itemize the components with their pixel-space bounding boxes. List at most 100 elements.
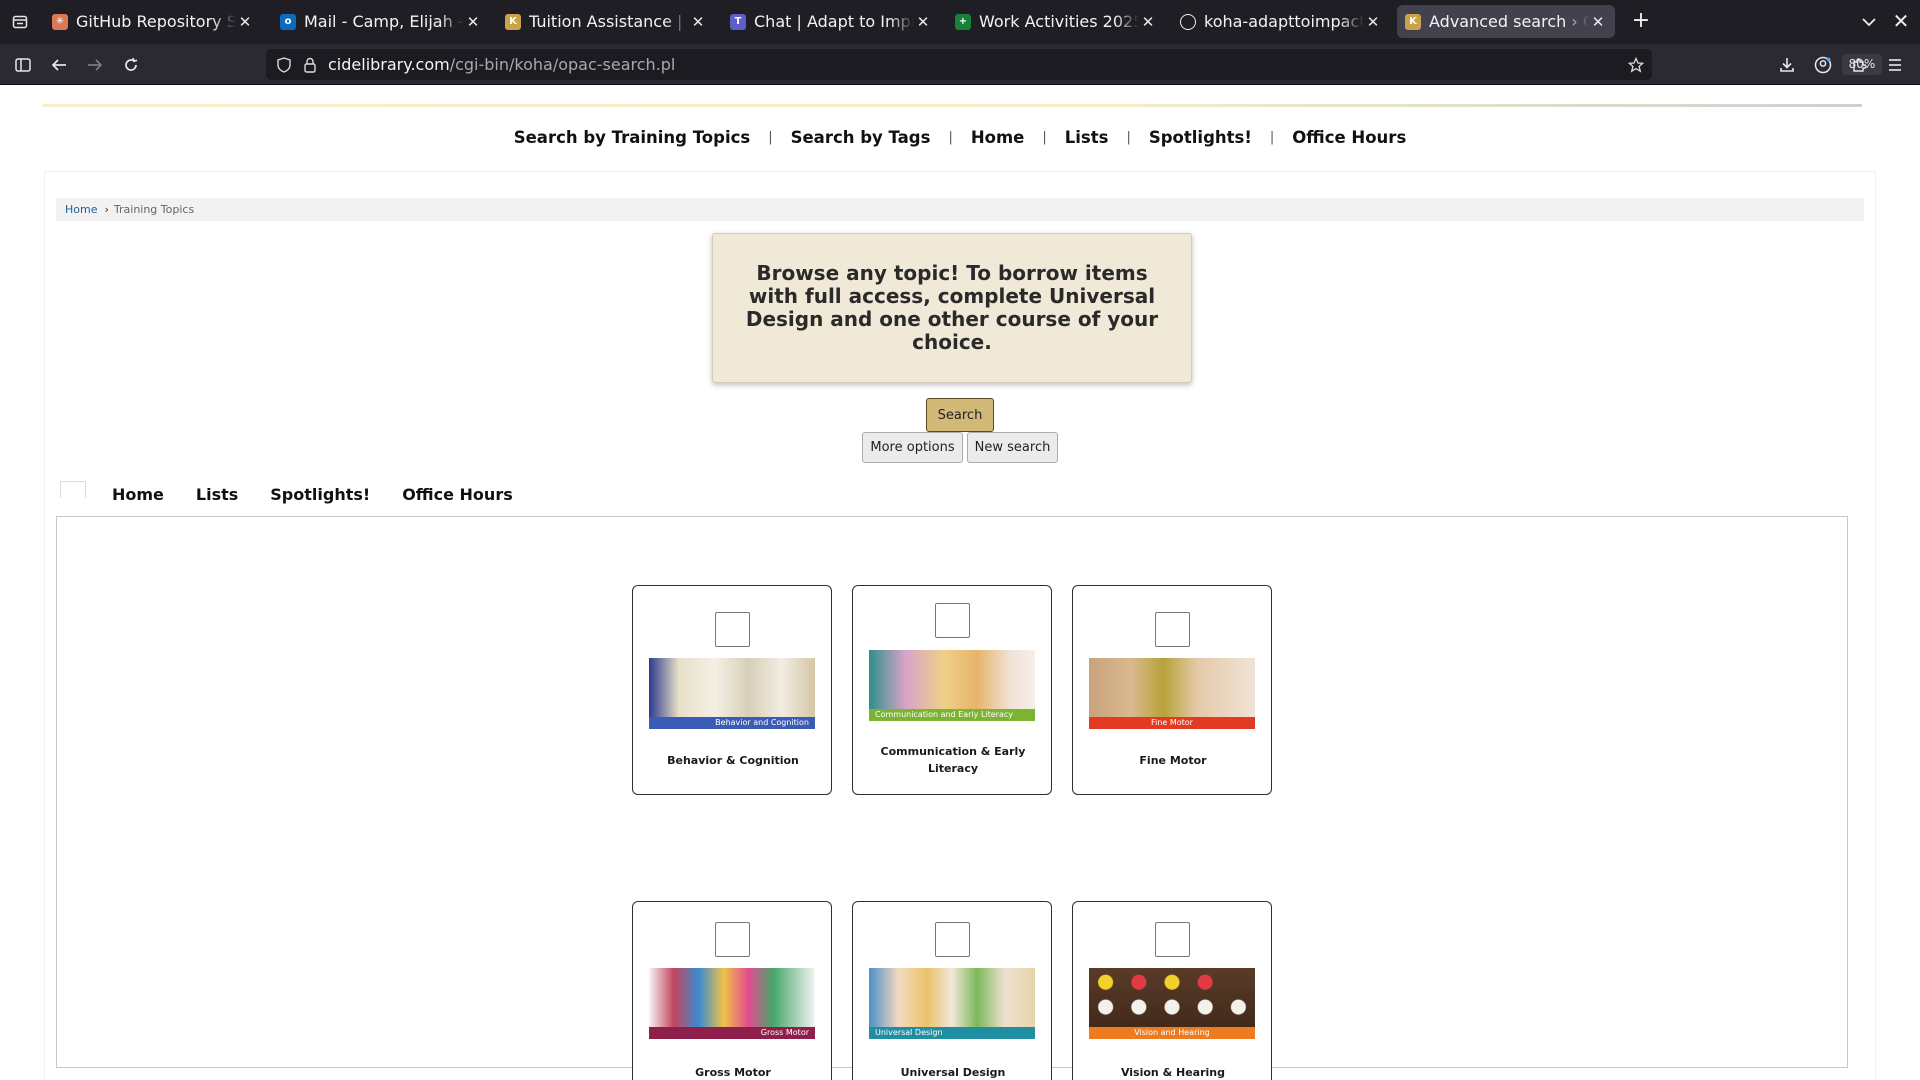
search-button[interactable]: Search — [926, 398, 994, 432]
koha-icon: K — [1405, 13, 1421, 30]
close-icon[interactable]: ✕ — [464, 13, 482, 31]
browser-tab[interactable]: o Mail - Camp, Elijah - Ou ✕ — [272, 5, 490, 38]
close-window-icon[interactable]: ✕ — [1889, 10, 1913, 34]
browser-tab[interactable]: T Chat | Adapt to Impact ✕ — [722, 5, 940, 38]
github-icon — [1180, 13, 1196, 30]
nav-link-tags[interactable]: Search by Tags — [791, 128, 931, 147]
address-bar[interactable]: cidelibrary.com/cgi-bin/koha/opac-search… — [266, 49, 1882, 80]
reload-icon[interactable] — [117, 52, 145, 78]
extensions-puzzle-icon[interactable] — [1845, 52, 1873, 78]
topic-label: Fine Motor — [1139, 754, 1207, 767]
topic-card-universal-design[interactable]: Universal Design Universal Design — [852, 901, 1052, 1080]
topic-checkbox[interactable] — [935, 603, 970, 638]
topic-image-banner: Fine Motor — [1089, 717, 1255, 729]
navigation-toolbar: cidelibrary.com/cgi-bin/koha/opac-search… — [0, 44, 1920, 85]
new-tab-icon[interactable]: + — [1628, 9, 1654, 35]
subnav-link-home[interactable]: Home — [112, 485, 164, 504]
tab-title: GitHub Repository Scre — [76, 12, 236, 31]
more-options-button[interactable]: More options — [862, 432, 963, 463]
breadcrumb: Home › Training Topics — [56, 198, 1864, 221]
new-search-button[interactable]: New search — [967, 432, 1058, 463]
topic-card-gross-motor[interactable]: Gross Motor Gross Motor — [632, 901, 832, 1080]
topic-image-banner: Universal Design — [869, 1027, 1035, 1039]
topic-checkbox[interactable] — [1155, 922, 1190, 957]
nav-separator: | — [1042, 130, 1047, 145]
hamburger-menu-icon[interactable] — [1881, 52, 1909, 78]
topic-image: Communication and Early Literacy — [869, 650, 1035, 721]
close-icon[interactable]: ✕ — [689, 13, 707, 31]
browser-tab[interactable]: + Work Activities 2025-2 ✕ — [947, 5, 1165, 38]
topic-image: Vision and Hearing — [1089, 968, 1255, 1039]
subnav-link-office-hours[interactable]: Office Hours — [402, 485, 513, 504]
tracking-protection-shield-icon[interactable] — [274, 55, 294, 75]
topic-label: Behavior & Cognition — [667, 754, 799, 767]
chevron-right-icon: › — [104, 203, 109, 216]
topic-checkbox[interactable] — [715, 612, 750, 647]
browser-tab[interactable]: ✳ GitHub Repository Scre ✕ — [44, 5, 262, 38]
topic-image: Behavior and Cognition — [649, 658, 815, 729]
bookmark-star-icon[interactable] — [1626, 55, 1646, 75]
nav-separator: | — [948, 130, 953, 145]
topic-card-communication-literacy[interactable]: Communication and Early Literacy Communi… — [852, 585, 1052, 795]
subnav-link-spotlights[interactable]: Spotlights! — [270, 485, 370, 504]
main-navigation: Search by Training Topics | Search by Ta… — [0, 128, 1920, 147]
empty-tab[interactable] — [60, 480, 86, 498]
sidebar-toggle-icon[interactable] — [9, 52, 37, 78]
back-arrow-icon[interactable] — [45, 52, 73, 78]
account-icon[interactable] — [1809, 52, 1837, 78]
firefox-view-icon[interactable] — [8, 10, 32, 34]
teams-icon: T — [730, 13, 746, 30]
tab-title: Tuition Assistance | Un — [529, 12, 689, 31]
topic-image: Gross Motor — [649, 968, 815, 1039]
browser-tab[interactable]: koha-adapttoimpact-b ✕ — [1172, 5, 1390, 38]
downloads-icon[interactable] — [1773, 52, 1801, 78]
sheets-icon: + — [955, 13, 971, 30]
topic-card-vision-hearing[interactable]: Vision and Hearing Vision & Hearing — [1072, 901, 1272, 1080]
notice-text: Browse any topic! To borrow items with f… — [745, 261, 1159, 354]
claude-icon: ✳ — [52, 13, 68, 30]
tab-title: Work Activities 2025-2 — [979, 12, 1139, 31]
topic-card-fine-motor[interactable]: Fine Motor Fine Motor — [1072, 585, 1272, 795]
subnav-link-lists[interactable]: Lists — [196, 485, 238, 504]
url-text[interactable]: cidelibrary.com/cgi-bin/koha/opac-search… — [328, 55, 675, 74]
lock-icon[interactable] — [300, 55, 320, 75]
close-icon[interactable]: ✕ — [1589, 13, 1607, 31]
url-path: /cgi-bin/koha/opac-search.pl — [449, 55, 676, 74]
topic-label: Universal Design — [900, 1066, 1006, 1079]
topic-checkbox[interactable] — [935, 922, 970, 957]
tab-bar: ✳ GitHub Repository Scre ✕ o Mail - Camp… — [0, 0, 1920, 44]
browse-notice-box: Browse any topic! To borrow items with f… — [712, 233, 1192, 383]
forward-arrow-icon[interactable] — [81, 52, 109, 78]
nav-link-spotlights[interactable]: Spotlights! — [1149, 128, 1252, 147]
topic-image-banner: Gross Motor — [649, 1027, 815, 1039]
chevron-down-icon[interactable] — [1857, 11, 1881, 33]
outlook-icon: o — [280, 13, 296, 30]
topic-image-banner: Vision and Hearing — [1089, 1027, 1255, 1039]
nav-link-home[interactable]: Home — [971, 128, 1025, 147]
topic-card-behavior-cognition[interactable]: Behavior and Cognition Behavior & Cognit… — [632, 585, 832, 795]
header-divider — [42, 104, 1862, 107]
nav-link-office-hours[interactable]: Office Hours — [1292, 128, 1406, 147]
tab-title: koha-adapttoimpact-b — [1204, 12, 1364, 31]
close-icon[interactable]: ✕ — [1364, 13, 1382, 31]
close-icon[interactable]: ✕ — [236, 13, 254, 31]
topic-checkbox[interactable] — [715, 922, 750, 957]
topic-image-banner: Behavior and Cognition — [649, 717, 815, 729]
nav-link-lists[interactable]: Lists — [1065, 128, 1109, 147]
topic-image-banner: Communication and Early Literacy — [869, 709, 1035, 721]
nav-separator: | — [1126, 130, 1131, 145]
breadcrumb-current: Training Topics — [113, 203, 195, 216]
topic-checkbox[interactable] — [1155, 612, 1190, 647]
nav-link-training-topics[interactable]: Search by Training Topics — [514, 128, 750, 147]
koha-icon: K — [505, 13, 521, 30]
browser-tab-active[interactable]: K Advanced search › CID ✕ — [1397, 5, 1615, 38]
tab-title: Chat | Adapt to Impact — [754, 12, 914, 31]
nav-separator: | — [1269, 130, 1275, 145]
close-icon[interactable]: ✕ — [1139, 13, 1157, 31]
secondary-navigation: Home Lists Spotlights! Office Hours — [60, 479, 545, 509]
browser-tab[interactable]: K Tuition Assistance | Un ✕ — [497, 5, 715, 38]
tab-title: Mail - Camp, Elijah - Ou — [304, 12, 464, 31]
topic-label: Communication & Early Literacy — [880, 745, 1026, 775]
close-icon[interactable]: ✕ — [914, 13, 932, 31]
breadcrumb-home-link[interactable]: Home — [65, 203, 97, 216]
